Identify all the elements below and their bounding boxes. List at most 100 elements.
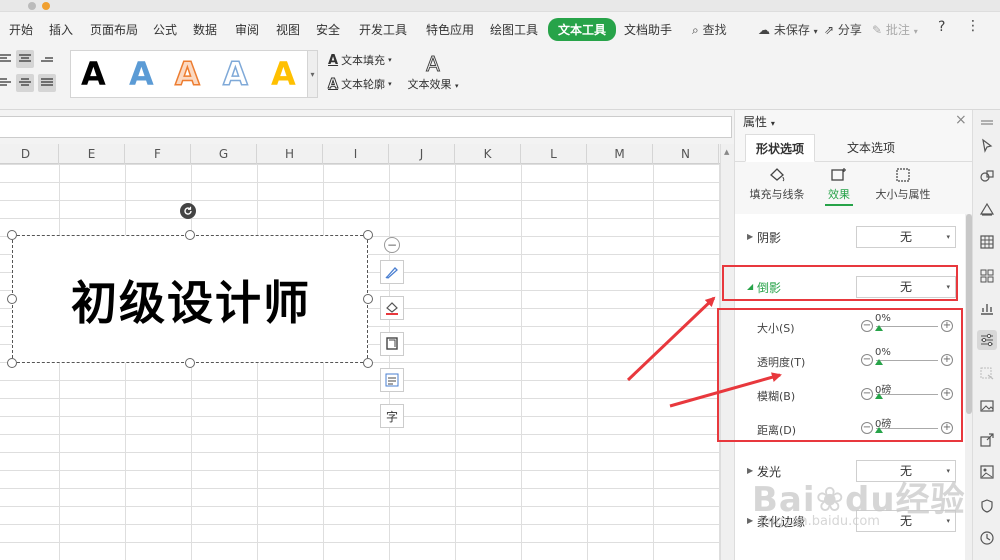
column-header-i[interactable]: I xyxy=(323,144,389,164)
scroll-up-icon[interactable]: ▲ xyxy=(724,148,729,156)
help-button[interactable]: ? xyxy=(938,19,945,35)
unsaved-label: 未保存 xyxy=(773,23,810,37)
tab-text-options[interactable]: 文本选项 xyxy=(837,134,905,162)
column-header-l[interactable]: L xyxy=(521,144,587,164)
align-left-button[interactable] xyxy=(0,50,14,68)
style-black[interactable]: A xyxy=(81,53,106,95)
formula-input[interactable] xyxy=(0,116,732,138)
menu-page-layout[interactable]: 页面布局 xyxy=(90,21,138,38)
properties-sliders-icon[interactable] xyxy=(977,330,997,350)
more-options-icon[interactable]: ⋮ xyxy=(966,18,980,34)
style-gold[interactable]: A xyxy=(271,53,296,95)
column-header-h[interactable]: H xyxy=(257,144,323,164)
collapse-toolbar-button[interactable]: − xyxy=(384,237,400,253)
align-distribute-button[interactable] xyxy=(38,74,56,92)
shadow-value: 无 xyxy=(899,230,912,244)
text-style-gallery: A A A A A xyxy=(70,50,308,98)
align-middle-button[interactable] xyxy=(16,74,34,92)
panel-scrollbar[interactable] xyxy=(965,214,972,560)
shape-fill-button[interactable] xyxy=(380,296,404,320)
column-header-f[interactable]: F xyxy=(125,144,191,164)
layers-icon[interactable] xyxy=(977,200,997,220)
text-direction-button[interactable]: 字 xyxy=(380,404,404,428)
resize-handle-top-right[interactable] xyxy=(363,230,373,240)
menu-lines-icon[interactable] xyxy=(977,114,997,134)
title-strip xyxy=(0,0,1000,12)
subtab-fill-line[interactable]: 填充与线条 xyxy=(747,166,807,202)
cursor-icon[interactable] xyxy=(977,136,997,156)
apps-grid-icon[interactable] xyxy=(977,266,997,286)
shield-icon[interactable] xyxy=(977,496,997,516)
text-box[interactable]: 初级设计师 xyxy=(12,235,368,363)
menu-text-tools[interactable]: 文本工具 xyxy=(548,18,617,41)
chart-icon[interactable] xyxy=(977,298,997,318)
shape-outline-button[interactable] xyxy=(380,332,404,356)
resize-handle-bottom-right[interactable] xyxy=(363,358,373,368)
resize-handle-right[interactable] xyxy=(363,294,373,304)
chevron-down-icon: ▾ xyxy=(913,27,918,36)
style-light-blue-outline[interactable]: A xyxy=(222,53,248,95)
text-fill-button[interactable]: A 文本填充 ▾ xyxy=(328,52,392,68)
text-outline-button[interactable]: A 文本轮廓 ▾ xyxy=(327,76,391,92)
shapes-icon[interactable] xyxy=(977,166,997,186)
expand-icon[interactable]: ▶ xyxy=(747,232,753,241)
picture-icon[interactable] xyxy=(977,462,997,482)
gallery-more-button[interactable]: ▾ xyxy=(308,50,318,98)
shadow-label[interactable]: 阴影 xyxy=(757,229,781,246)
close-icon[interactable]: × xyxy=(955,112,967,128)
menu-security[interactable]: 安全 xyxy=(316,21,340,38)
resize-handle-left[interactable] xyxy=(7,294,17,304)
title-dot-icon xyxy=(42,2,50,10)
history-icon[interactable] xyxy=(977,528,997,548)
subtab-size-properties[interactable]: 大小与属性 xyxy=(873,166,933,202)
select-icon[interactable] xyxy=(977,364,997,384)
column-header-n[interactable]: N xyxy=(653,144,719,164)
menu-home[interactable]: 开始 xyxy=(9,21,33,38)
menu-drawing-tools[interactable]: 绘图工具 xyxy=(490,21,538,38)
brush-icon xyxy=(385,267,398,279)
chevron-down-icon: ▾ xyxy=(454,82,459,90)
menu-view[interactable]: 视图 xyxy=(276,21,300,38)
menu-doc-assistant[interactable]: 文档助手 xyxy=(624,21,672,38)
column-header-e[interactable]: E xyxy=(59,144,125,164)
image-icon[interactable] xyxy=(977,396,997,416)
resize-handle-top-left[interactable] xyxy=(7,230,17,240)
rotate-handle[interactable] xyxy=(180,203,196,219)
menu-data[interactable]: 数据 xyxy=(193,21,217,38)
menu-special[interactable]: 特色应用 xyxy=(426,21,474,38)
column-header-g[interactable]: G xyxy=(191,144,257,164)
export-icon[interactable] xyxy=(977,430,997,450)
panel-title[interactable]: 属性 ▾ xyxy=(743,113,775,130)
style-orange-outline[interactable]: A xyxy=(174,53,200,95)
align-bottom-left-button[interactable] xyxy=(0,74,14,92)
share-button[interactable]: ⇗ 分享 xyxy=(824,21,862,38)
table-icon[interactable] xyxy=(977,232,997,252)
column-header-j[interactable]: J xyxy=(389,144,455,164)
subtab-size-properties-label: 大小与属性 xyxy=(875,188,931,201)
shape-style-button[interactable] xyxy=(380,260,404,284)
menu-formulas[interactable]: 公式 xyxy=(153,21,177,38)
resize-handle-bottom[interactable] xyxy=(185,358,195,368)
text-wrap-icon xyxy=(385,373,399,387)
unsaved-button[interactable]: ☁ 未保存 ▾ xyxy=(758,21,818,38)
menu-developer[interactable]: 开发工具 xyxy=(359,21,407,38)
menu-review[interactable]: 审阅 xyxy=(235,21,259,38)
shadow-dropdown[interactable]: 无 ▾ xyxy=(856,226,956,248)
resize-handle-bottom-left[interactable] xyxy=(7,358,17,368)
style-blue[interactable]: A xyxy=(129,53,154,95)
column-header-k[interactable]: K xyxy=(455,144,521,164)
text-box-content[interactable]: 初级设计师 xyxy=(13,236,369,364)
text-effects-button[interactable]: A 文本效果 ▾ xyxy=(404,52,462,92)
align-left-icon xyxy=(0,78,11,86)
text-layout-button[interactable] xyxy=(380,368,404,392)
menu-insert[interactable]: 插入 xyxy=(49,21,73,38)
search-button[interactable]: ⌕ 查找 xyxy=(692,21,727,38)
column-header-d[interactable]: D xyxy=(0,144,59,164)
column-header-m[interactable]: M xyxy=(587,144,653,164)
resize-handle-top[interactable] xyxy=(185,230,195,240)
subtab-effects[interactable]: 效果 xyxy=(825,166,853,206)
comment-button[interactable]: ✎ 批注 ▾ xyxy=(872,21,918,38)
align-right-button[interactable] xyxy=(38,50,56,68)
align-center-button[interactable] xyxy=(16,50,34,68)
tab-shape-options[interactable]: 形状选项 xyxy=(745,134,816,162)
